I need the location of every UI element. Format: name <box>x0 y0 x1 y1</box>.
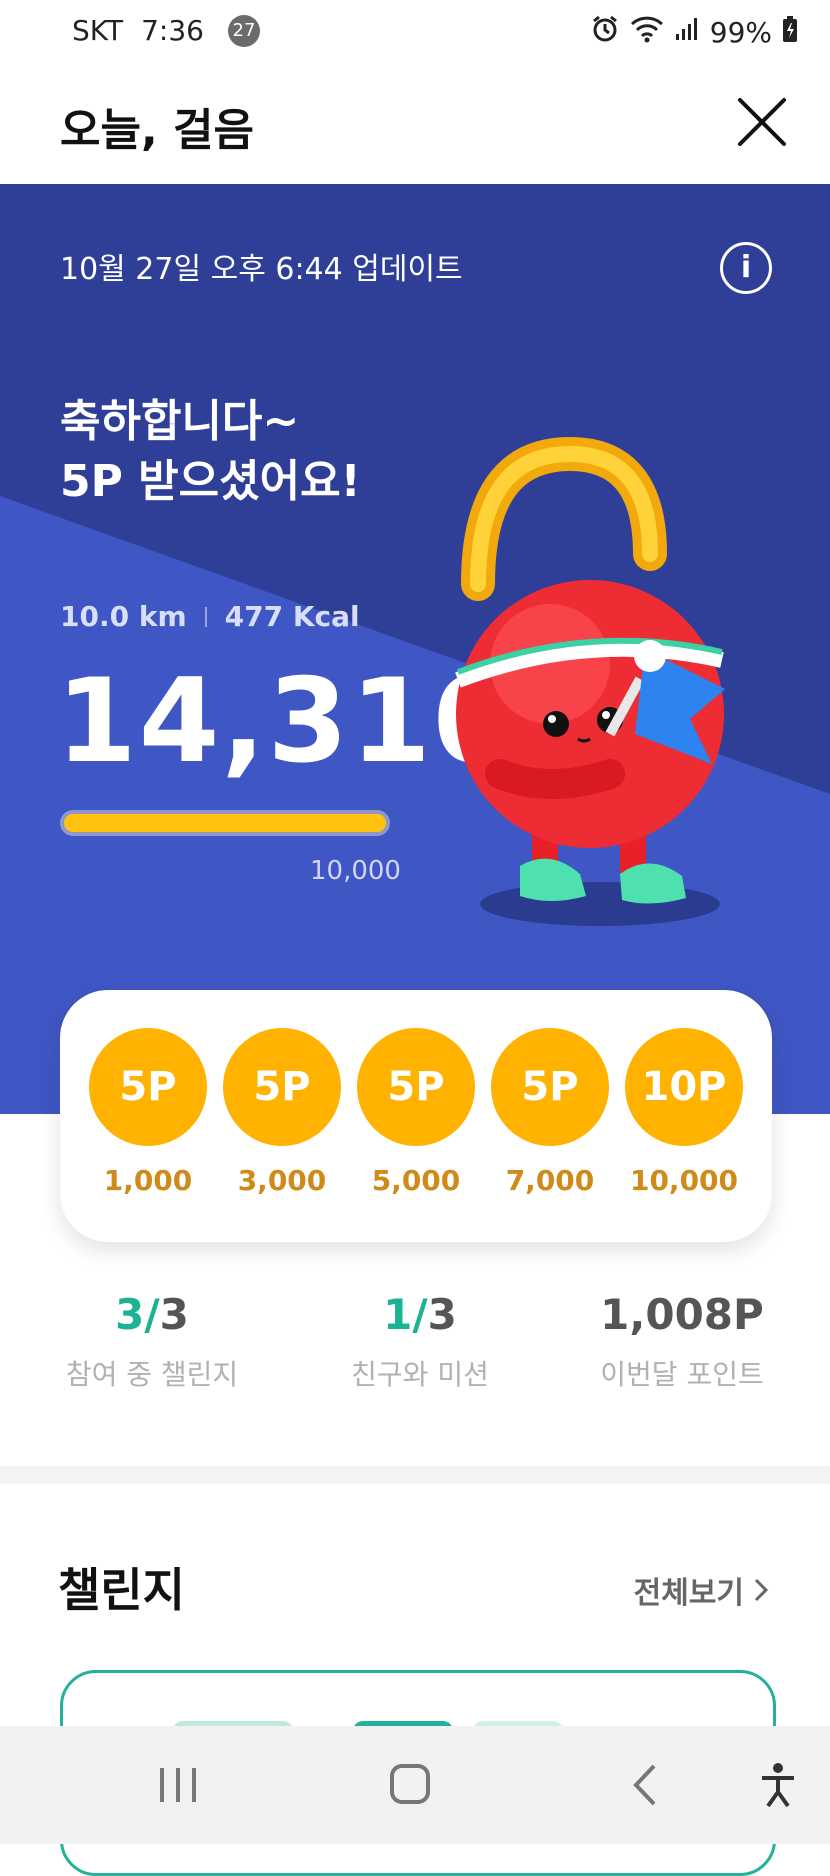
reward-milestone-2[interactable]: 5P 3,000 <box>222 1028 342 1197</box>
wifi-icon <box>630 15 664 50</box>
chevron-right-icon <box>754 1578 769 1602</box>
close-button[interactable] <box>734 94 790 150</box>
missions-total: 3 <box>427 1290 457 1339</box>
distance-value: 10.0 km <box>60 600 187 633</box>
challenges-current: 3/ <box>115 1290 160 1339</box>
view-all-link[interactable]: 전체보기 <box>634 1568 770 1612</box>
hero-section: 10월 27일 오후 6:44 업데이트 i 축하합니다~ 5P 받으셨어요! … <box>0 184 830 1114</box>
challenges-count: 3/3 <box>22 1290 282 1339</box>
challenges-label: 참여 중 챌린지 <box>65 1358 239 1391</box>
accessibility-icon <box>762 1763 794 1808</box>
missions-count: 1/3 <box>290 1290 550 1339</box>
section-divider <box>0 1466 830 1484</box>
calories-value: 477 Kcal <box>224 600 360 633</box>
congrats-line-1: 축하합니다~ <box>60 396 300 447</box>
reward-milestones-card: 5P 1,000 5P 3,000 5P 5,000 5P 7,000 10P … <box>60 990 772 1242</box>
home-button[interactable] <box>380 1760 440 1810</box>
update-timestamp: 10월 27일 오후 6:44 업데이트 <box>60 252 463 287</box>
challenge-section-title: 챌린지 <box>58 1563 185 1617</box>
milestone-steps: 10,000 <box>629 1164 739 1197</box>
info-button[interactable]: i <box>720 242 772 294</box>
mascot-illustration <box>455 436 725 926</box>
missions-current: 1/ <box>383 1290 428 1339</box>
alarm-icon <box>590 14 620 51</box>
reward-milestone-1[interactable]: 5P 1,000 <box>88 1028 208 1197</box>
status-bar: SKT 7:36 27 99% <box>0 0 830 72</box>
congrats-message: 축하합니다~ 5P 받으셨어요! <box>60 392 361 512</box>
summary-points[interactable]: 1,008P 이번달 포인트 <box>552 1290 812 1393</box>
signal-icon <box>674 16 700 49</box>
accessibility-button[interactable] <box>748 1760 808 1810</box>
summary-missions[interactable]: 1/3 친구와 미션 <box>290 1290 550 1393</box>
point-coin: 5P <box>89 1028 207 1146</box>
notification-badge: 27 <box>227 14 260 47</box>
summary-challenges[interactable]: 3/3 참여 중 챌린지 <box>22 1290 282 1393</box>
view-all-label: 전체보기 <box>633 1576 744 1611</box>
milestone-steps: 3,000 <box>237 1164 327 1197</box>
summary-stats: 3/3 참여 중 챌린지 1/3 친구와 미션 1,008P 이번달 포인트 <box>0 1290 830 1410</box>
status-left: SKT 7:36 27 <box>72 14 260 47</box>
reward-milestone-3[interactable]: 5P 5,000 <box>356 1028 476 1197</box>
system-nav-bar <box>0 1726 830 1844</box>
milestone-steps: 1,000 <box>103 1164 193 1197</box>
reward-milestone-5[interactable]: 10P 10,000 <box>624 1028 744 1197</box>
monthly-points: 1,008P <box>600 1290 764 1339</box>
app-header: 오늘, 걸음 <box>0 72 830 184</box>
reward-milestone-4[interactable]: 5P 7,000 <box>490 1028 610 1197</box>
recent-apps-button[interactable] <box>148 1760 208 1810</box>
step-progress-bar <box>60 810 390 836</box>
info-icon: i <box>740 250 752 285</box>
congrats-line-2: 5P 받으셨어요! <box>60 456 361 507</box>
close-icon <box>738 98 786 146</box>
recent-apps-icon <box>160 1768 196 1802</box>
challenges-total: 3 <box>159 1290 189 1339</box>
stats-line: 10.0 km 477 Kcal <box>60 600 360 633</box>
step-goal: 10,000 <box>310 856 401 886</box>
status-right: 99% <box>590 14 798 51</box>
back-icon <box>633 1764 656 1806</box>
point-coin: 5P <box>491 1028 609 1146</box>
missions-label: 친구와 미션 <box>351 1358 489 1391</box>
home-icon <box>390 1764 430 1804</box>
point-coin: 10P <box>625 1028 743 1146</box>
stats-divider <box>204 606 207 627</box>
battery-icon <box>782 15 798 50</box>
point-coin: 5P <box>223 1028 341 1146</box>
point-coin: 5P <box>357 1028 475 1146</box>
clock: 7:36 <box>141 14 204 47</box>
step-progress-fill <box>64 814 386 832</box>
battery-percent: 99% <box>709 16 772 49</box>
back-button[interactable] <box>616 1760 676 1810</box>
carrier-label: SKT <box>72 14 124 47</box>
milestone-steps: 7,000 <box>505 1164 595 1197</box>
points-label: 이번달 포인트 <box>600 1358 764 1391</box>
page-title: 오늘, 걸음 <box>60 105 254 156</box>
milestone-steps: 5,000 <box>371 1164 461 1197</box>
